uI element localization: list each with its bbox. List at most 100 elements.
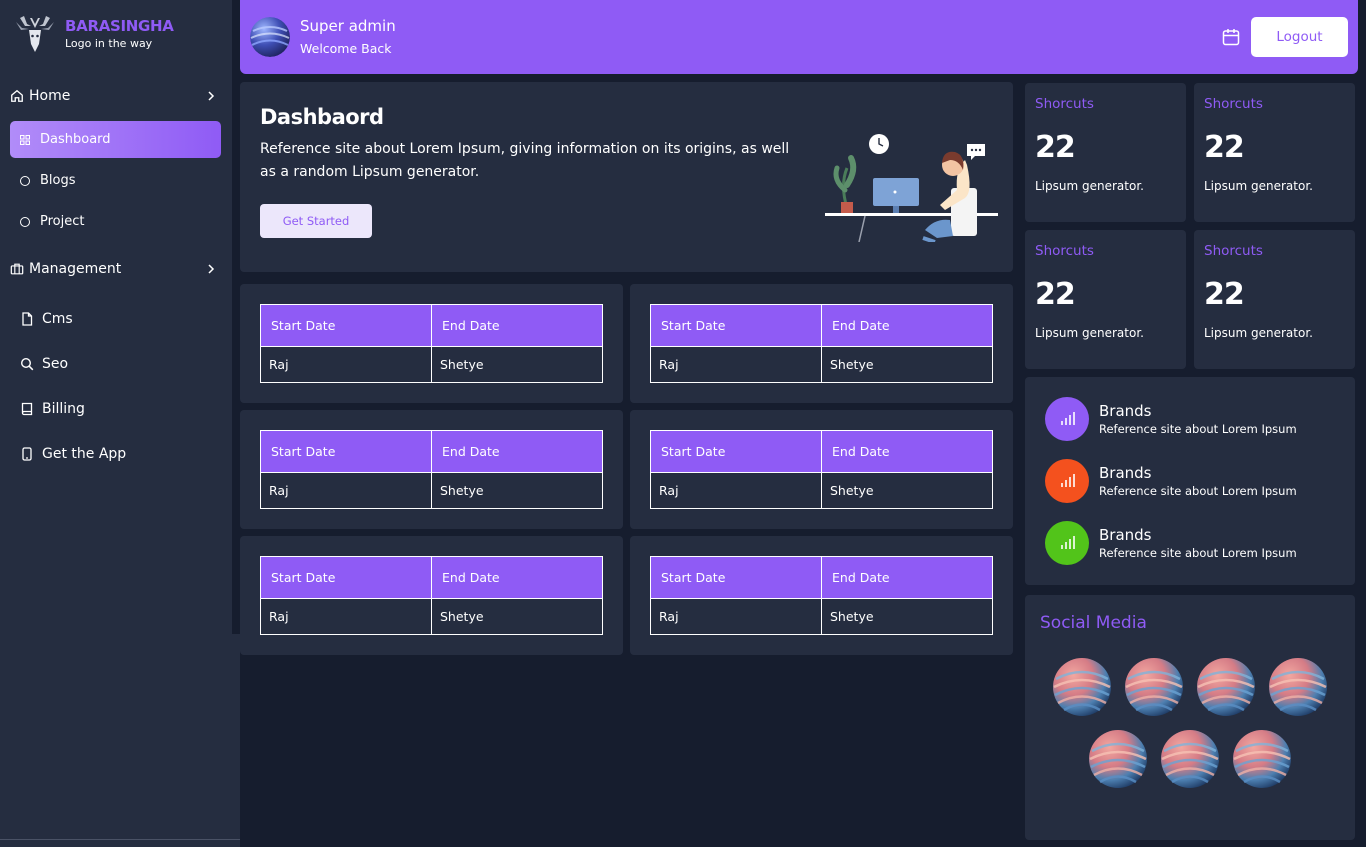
column-header-start-date: Start Date [650, 556, 822, 599]
sidebar-item-label: Seo [42, 356, 69, 372]
shortcut-subtitle: Lipsum generator. [1204, 179, 1313, 193]
column-header-start-date: Start Date [260, 304, 432, 347]
brand-name: Brands [1099, 464, 1152, 482]
page-title: Dashbaord [260, 105, 384, 129]
sidebar-item-label: Blogs [40, 173, 76, 188]
table-cell: Raj [260, 472, 432, 509]
get-started-button[interactable]: Get Started [260, 204, 372, 238]
date-table: Start Date End Date Raj Shetye [650, 430, 993, 509]
welcome-text: Welcome Back [300, 41, 392, 56]
avatar[interactable] [250, 17, 290, 57]
sidebar-item-label: Project [40, 214, 85, 229]
shortcut-value: 22 [1204, 130, 1245, 165]
sidebar-item-project[interactable]: Project [10, 203, 221, 240]
grid-icon [20, 134, 30, 145]
social-avatar-icon[interactable] [1232, 729, 1292, 789]
shortcut-label: Shorcuts [1204, 243, 1263, 259]
column-header-start-date: Start Date [650, 304, 822, 347]
file-icon [22, 312, 33, 326]
bar-chart-icon [1061, 536, 1075, 549]
sidebar-group-label: Home [29, 88, 71, 104]
shortcut-card[interactable]: Shorcuts 22 Lipsum generator. [1025, 230, 1186, 369]
table-cell: Shetye [431, 598, 603, 635]
deer-logo-icon [16, 16, 54, 52]
shortcut-label: Shorcuts [1204, 96, 1263, 112]
sidebar-group-label: Management [29, 261, 122, 277]
social-avatar-icon[interactable] [1124, 657, 1184, 717]
sidebar-item-label: Get the App [42, 446, 127, 462]
mobile-icon [22, 447, 32, 461]
table-row: Raj Shetye [650, 472, 993, 509]
social-media-title: Social Media [1040, 613, 1147, 633]
table-row: Raj Shetye [260, 346, 603, 383]
date-table-card: Start Date End Date Raj Shetye [240, 284, 623, 403]
brand-description: Reference site about Lorem Ipsum [1099, 546, 1297, 560]
sidebar-item-label: Cms [42, 311, 73, 327]
shortcut-subtitle: Lipsum generator. [1035, 326, 1144, 340]
table-cell: Shetye [821, 472, 993, 509]
sidebar-item-cms[interactable]: Cms [20, 307, 73, 331]
brand-description: Reference site about Lorem Ipsum [1099, 422, 1297, 436]
sidebar-item-label: Dashboard [40, 132, 111, 147]
shortcut-card[interactable]: Shorcuts 22 Lipsum generator. [1194, 83, 1355, 222]
column-header-start-date: Start Date [260, 430, 432, 473]
date-table-card: Start Date End Date Raj Shetye [240, 410, 623, 529]
sidebar-item-seo[interactable]: Seo [20, 352, 68, 376]
date-table-card: Start Date End Date Raj Shetye [630, 536, 1013, 655]
sidebar-item-dashboard[interactable]: Dashboard [10, 121, 221, 158]
logout-button[interactable]: Logout [1251, 17, 1348, 57]
table-row: Raj Shetye [650, 598, 993, 635]
table-cell: Shetye [431, 346, 603, 383]
sidebar-item-blogs[interactable]: Blogs [10, 162, 221, 199]
user-name: Super admin [300, 17, 396, 35]
search-icon [20, 357, 34, 371]
table-cell: Raj [260, 346, 432, 383]
column-header-end-date: End Date [431, 556, 603, 599]
brand-name: Brands [1099, 402, 1152, 420]
sidebar-divider [0, 839, 240, 840]
shortcut-value: 22 [1204, 277, 1245, 312]
social-avatar-icon[interactable] [1052, 657, 1112, 717]
table-cell: Shetye [431, 472, 603, 509]
social-avatar-icon[interactable] [1160, 729, 1220, 789]
social-avatar-icon[interactable] [1268, 657, 1328, 717]
circle-icon [20, 216, 30, 227]
social-avatar-icon[interactable] [1196, 657, 1256, 717]
date-table: Start Date End Date Raj Shetye [260, 304, 603, 383]
brand-name: Brands [1099, 526, 1152, 544]
avatar-image [250, 17, 290, 57]
chevron-right-icon [208, 264, 215, 274]
sidebar-item-get-the-app[interactable]: Get the App [20, 442, 126, 466]
column-header-end-date: End Date [431, 304, 603, 347]
brand-title: BARASINGHA [65, 17, 174, 35]
column-header-end-date: End Date [821, 430, 993, 473]
circle-icon [20, 175, 30, 186]
shortcut-label: Shorcuts [1035, 243, 1094, 259]
column-header-end-date: End Date [821, 304, 993, 347]
shortcut-card[interactable]: Shorcuts 22 Lipsum generator. [1194, 230, 1355, 369]
social-avatar-icon[interactable] [1088, 729, 1148, 789]
date-table: Start Date End Date Raj Shetye [260, 556, 603, 635]
brand-item[interactable]: Brands Reference site about Lorem Ipsum [1045, 459, 1297, 503]
table-cell: Raj [650, 472, 822, 509]
sidebar-item-billing[interactable]: Billing [20, 397, 85, 421]
brand-item[interactable]: Brands Reference site about Lorem Ipsum [1045, 521, 1297, 565]
brand-logo[interactable]: BARASINGHA Logo in the way [12, 14, 174, 54]
briefcase-icon [10, 263, 24, 275]
brand-description: Reference site about Lorem Ipsum [1099, 484, 1297, 498]
brand-item[interactable]: Brands Reference site about Lorem Ipsum [1045, 397, 1297, 441]
sidebar-group-management[interactable]: Management [10, 257, 222, 281]
table-row: Raj Shetye [260, 472, 603, 509]
table-cell: Shetye [821, 598, 993, 635]
column-header-start-date: Start Date [260, 556, 432, 599]
date-table: Start Date End Date Raj Shetye [650, 304, 993, 383]
sidebar-group-home[interactable]: Home [10, 84, 222, 108]
shortcut-card[interactable]: Shorcuts 22 Lipsum generator. [1025, 83, 1186, 222]
column-header-end-date: End Date [431, 430, 603, 473]
calendar-icon[interactable] [1221, 27, 1241, 47]
table-row: Raj Shetye [260, 598, 603, 635]
brands-card: Brands Reference site about Lorem Ipsum … [1025, 377, 1355, 585]
social-media-card: Social Media [1025, 595, 1355, 840]
table-cell: Raj [650, 346, 822, 383]
shortcut-value: 22 [1035, 277, 1076, 312]
